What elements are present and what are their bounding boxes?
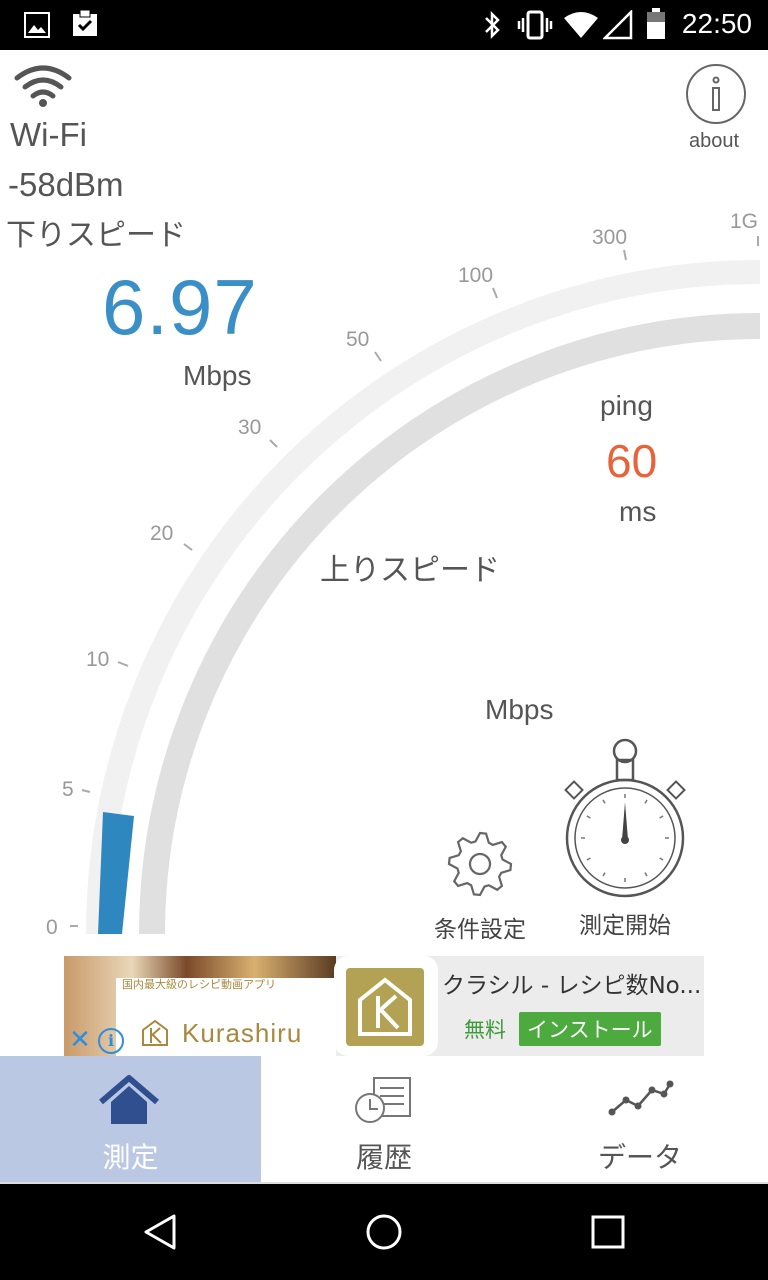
about-button[interactable]: about: [686, 64, 746, 153]
ping-value: 60: [606, 435, 658, 487]
kurashiru-mini-logo-icon: [142, 1019, 168, 1046]
gauge-tick-label: 1G: [730, 210, 758, 233]
ping-unit: ms: [619, 496, 657, 527]
wifi-icon: [14, 65, 72, 107]
history-icon: [355, 1077, 411, 1123]
tab-measure-label: 測定: [102, 1141, 159, 1174]
back-icon[interactable]: [140, 1212, 180, 1252]
start-measure-label: 測定開始: [579, 913, 671, 939]
gauge-tick-label: 30: [238, 416, 261, 439]
ad-info-icon[interactable]: i: [98, 1028, 124, 1054]
gauge-tick-label: 0: [46, 916, 58, 939]
status-clock: 22:50: [681, 8, 752, 39]
ad-banner[interactable]: 国内最大級のレシピ動画アプリ Kurashiru クラシル - レシピ数No..…: [64, 956, 704, 1056]
download-unit: Mbps: [183, 360, 252, 391]
gear-icon: [447, 831, 513, 897]
ad-price: 無料: [464, 1018, 506, 1042]
download-label: 下りスピード: [6, 218, 186, 253]
settings-button[interactable]: 条件設定: [430, 826, 530, 944]
download-gauge-fill: [98, 812, 134, 934]
download-value: 6.97: [102, 263, 258, 351]
vibrate-icon: [517, 10, 553, 40]
ad-app-logo: [334, 956, 438, 1056]
gauge-tick-mark: [81, 789, 91, 793]
bluetooth-icon: [485, 10, 500, 40]
wifi-status-icon: [564, 12, 598, 38]
gauge-tick-label: 10: [86, 648, 109, 671]
start-measure-button[interactable]: 測定開始: [560, 736, 690, 940]
settings-label: 条件設定: [434, 917, 526, 943]
gauge-tick-label: 20: [150, 522, 173, 545]
ad-close-icon[interactable]: ✕: [66, 1026, 94, 1054]
info-icon: [686, 64, 746, 124]
gauge-tick-mark: [269, 439, 278, 448]
home-icon: [99, 1075, 159, 1124]
tab-data[interactable]: データ: [512, 1056, 768, 1182]
gauge-tick-label: 50: [346, 328, 369, 351]
upload-unit: Mbps: [485, 694, 554, 725]
gauge-tick-mark: [492, 287, 498, 299]
ad-title: クラシル - レシピ数No...: [442, 973, 702, 999]
tab-measure[interactable]: 測定: [0, 1056, 261, 1182]
ad-brand: Kurashiru: [182, 1018, 303, 1048]
stopwatch-icon: [564, 738, 686, 898]
gauge-tick-mark: [117, 661, 129, 667]
gauge-tick-mark: [374, 351, 382, 362]
gauge-tick-label: 100: [458, 264, 493, 287]
gauge-tick-mark: [183, 543, 193, 551]
cell-signal-icon: [603, 10, 633, 40]
tab-history-label: 履歴: [355, 1141, 412, 1174]
ad-tagline: 国内最大級のレシピ動画アプリ: [122, 978, 276, 991]
tab-data-label: データ: [597, 1141, 682, 1174]
network-type: Wi-Fi: [10, 116, 87, 153]
kurashiru-logo-icon: [358, 977, 412, 1036]
about-label: about: [688, 130, 740, 152]
upload-label: 上りスピード: [320, 553, 500, 588]
system-nav-bar: [0, 1184, 768, 1280]
image-notification-icon: [24, 12, 50, 38]
recents-icon[interactable]: [590, 1214, 626, 1250]
clipboard-check-icon: [73, 9, 97, 36]
gauge-tick-label: 300: [592, 226, 627, 249]
ad-install-button[interactable]: インストール: [519, 1012, 661, 1046]
signal-strength: -58dBm: [8, 166, 124, 203]
home-nav-icon[interactable]: [364, 1212, 404, 1252]
tab-history[interactable]: 履歴: [256, 1056, 512, 1182]
status-bar: 22:50: [0, 0, 768, 50]
battery-icon: [647, 8, 665, 39]
chart-icon: [608, 1080, 674, 1116]
gauge-tick-mark: [623, 249, 627, 261]
ping-label: ping: [600, 390, 653, 421]
gauge-tick-label: 5: [62, 778, 74, 801]
bottom-tab-bar: 測定 履歴 データ: [0, 1056, 768, 1186]
